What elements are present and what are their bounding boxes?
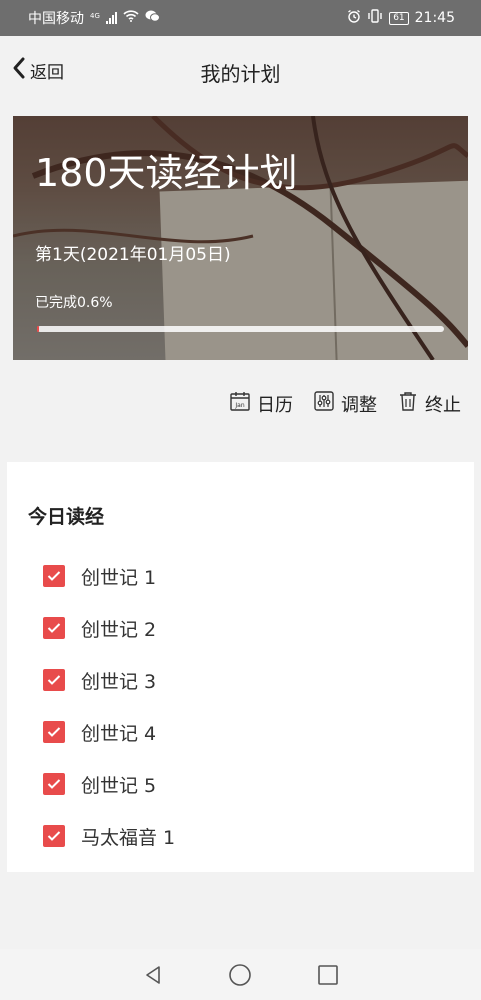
adjust-button[interactable]: 调整 bbox=[313, 390, 377, 417]
network-type: 4G bbox=[90, 12, 100, 20]
battery-icon: 61 bbox=[389, 11, 409, 25]
progress-fill bbox=[37, 326, 40, 332]
nav-bar: 返回 我的计划 bbox=[0, 36, 481, 104]
reading-item-label: 创世记 4 bbox=[81, 722, 157, 745]
plan-actions: Jan 日历 调整 终止 bbox=[229, 390, 461, 417]
adjust-label: 调整 bbox=[341, 394, 377, 416]
reading-item-label: 创世记 1 bbox=[81, 566, 157, 589]
check-icon[interactable] bbox=[43, 773, 65, 795]
today-reading-card: 今日读经 创世记 1 创世记 2 创世记 3 创世记 4 创世记 5 马太福音 … bbox=[7, 462, 474, 872]
reading-item-label: 创世记 3 bbox=[81, 670, 157, 693]
check-icon[interactable] bbox=[43, 565, 65, 587]
stop-label: 终止 bbox=[425, 394, 461, 416]
today-title: 今日读经 bbox=[28, 506, 105, 528]
progress-bar bbox=[37, 326, 444, 332]
calendar-button[interactable]: Jan 日历 bbox=[229, 390, 293, 417]
plan-banner[interactable]: 180天读经计划 第1天(2021年01月05日) 已完成0.6% bbox=[13, 116, 468, 360]
reading-item[interactable]: 创世记 5 bbox=[43, 758, 175, 810]
home-circle-icon[interactable] bbox=[228, 963, 252, 987]
recents-square-icon[interactable] bbox=[317, 964, 339, 986]
plan-title: 180天读经计划 bbox=[35, 151, 298, 195]
stop-button[interactable]: 终止 bbox=[397, 390, 461, 417]
reading-item[interactable]: 创世记 4 bbox=[43, 706, 175, 758]
check-icon[interactable] bbox=[43, 617, 65, 639]
sliders-icon bbox=[313, 390, 335, 417]
alarm-icon bbox=[347, 9, 361, 27]
carrier-label: 中国移动 bbox=[28, 11, 84, 27]
check-icon[interactable] bbox=[43, 669, 65, 691]
vibrate-icon bbox=[367, 9, 383, 27]
reading-item[interactable]: 马太福音 1 bbox=[43, 810, 175, 862]
reading-item-label: 创世记 2 bbox=[81, 618, 157, 641]
calendar-icon: Jan bbox=[229, 390, 251, 417]
check-icon[interactable] bbox=[43, 721, 65, 743]
calendar-icon-text: Jan bbox=[234, 402, 244, 409]
reading-item-label: 创世记 5 bbox=[81, 774, 157, 797]
status-bar: 中国移动 4G 61 21:45 bbox=[0, 0, 481, 36]
reading-item[interactable]: 创世记 3 bbox=[43, 654, 175, 706]
plan-progress-text: 已完成0.6% bbox=[35, 295, 113, 311]
plan-day: 第1天(2021年01月05日) bbox=[35, 245, 231, 265]
system-nav-bar bbox=[0, 949, 481, 1000]
trash-icon bbox=[397, 390, 419, 417]
calendar-label: 日历 bbox=[257, 394, 293, 416]
reading-list: 创世记 1 创世记 2 创世记 3 创世记 4 创世记 5 马太福音 1 bbox=[43, 550, 175, 862]
wifi-icon bbox=[123, 10, 139, 26]
page-title: 我的计划 bbox=[200, 62, 281, 86]
signal-icon bbox=[105, 12, 117, 24]
clock: 21:45 bbox=[414, 10, 455, 26]
reading-item[interactable]: 创世记 1 bbox=[43, 550, 175, 602]
back-triangle-icon[interactable] bbox=[142, 964, 164, 986]
reading-item[interactable]: 创世记 2 bbox=[43, 602, 175, 654]
check-icon[interactable] bbox=[43, 825, 65, 847]
wechat-icon bbox=[145, 10, 160, 26]
reading-item-label: 马太福音 1 bbox=[81, 826, 176, 849]
